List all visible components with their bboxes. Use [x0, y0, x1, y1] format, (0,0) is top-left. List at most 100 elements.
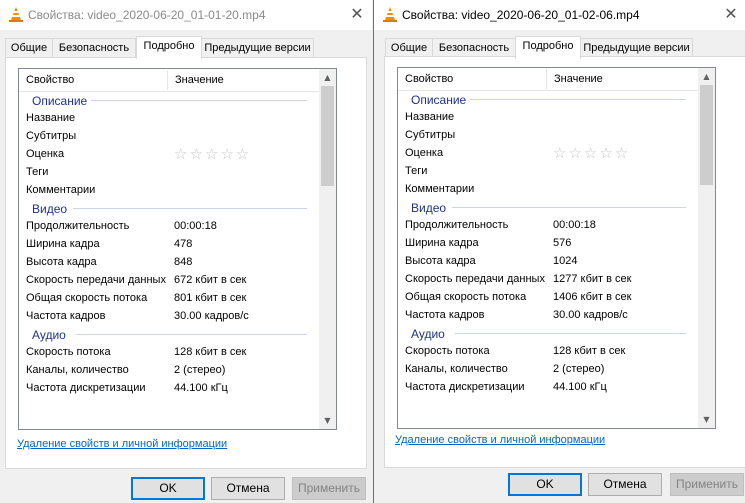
rating-stars-icon[interactable]: ☆☆☆☆☆ — [553, 144, 630, 162]
cancel-button[interactable]: Отмена — [211, 477, 285, 500]
property-name: Теги — [405, 165, 428, 177]
group-heading-video[interactable]: Видео — [398, 198, 698, 216]
property-name: Название — [405, 111, 455, 123]
apply-button[interactable]: Применить — [670, 473, 744, 496]
vertical-scrollbar[interactable]: ▲ ▼ — [698, 68, 715, 428]
property-row[interactable]: Продолжительность 00:00:18 — [19, 217, 319, 235]
scrollbar-thumb[interactable] — [321, 86, 334, 186]
property-row[interactable]: Оценка ☆☆☆☆☆ — [398, 144, 698, 162]
group-heading-audio[interactable]: Аудио — [398, 324, 698, 342]
property-name: Субтитры — [26, 130, 77, 142]
column-header-property[interactable]: Свойство — [26, 74, 74, 86]
property-row[interactable]: Название — [19, 109, 319, 127]
property-row[interactable]: Комментарии — [398, 180, 698, 198]
property-row[interactable]: Частота дискретизации 44.100 кГц — [398, 378, 698, 396]
vertical-scrollbar[interactable]: ▲ ▼ — [319, 69, 336, 429]
property-name: Скорость потока — [26, 346, 111, 358]
property-value: 1406 кбит в сек — [553, 291, 632, 303]
ok-button[interactable]: OK — [508, 473, 582, 496]
property-row[interactable]: Субтитры — [398, 126, 698, 144]
property-name: Комментарии — [405, 183, 475, 195]
close-icon[interactable]: ✕ — [345, 3, 369, 25]
property-name: Общая скорость потока — [405, 291, 527, 303]
group-heading-audio[interactable]: Аудио — [19, 325, 319, 343]
property-name: Ширина кадра — [26, 238, 100, 250]
property-row[interactable]: Общая скорость потока 801 кбит в сек — [19, 289, 319, 307]
property-row[interactable]: Частота кадров 30.00 кадров/с — [19, 307, 319, 325]
property-value: 128 кбит в сек — [174, 346, 247, 358]
group-divider-line — [470, 99, 686, 100]
property-row[interactable]: Ширина кадра 478 — [19, 235, 319, 253]
property-row[interactable]: Скорость потока 128 кбит в сек — [398, 342, 698, 360]
property-row[interactable]: Частота кадров 30.00 кадров/с — [398, 306, 698, 324]
properties-list[interactable]: Свойство Значение Описание Название Субтит… — [18, 68, 337, 430]
list-header: Свойство Значение — [19, 69, 319, 92]
property-value: 2 (стерео) — [174, 364, 226, 376]
property-row[interactable]: Скорость передачи данных 672 кбит в сек — [19, 271, 319, 289]
tab-general[interactable]: Общие — [5, 38, 53, 58]
close-icon[interactable]: ✕ — [719, 3, 743, 25]
property-name: Продолжительность — [405, 219, 509, 231]
property-row[interactable]: Высота кадра 848 — [19, 253, 319, 271]
apply-button[interactable]: Применить — [292, 477, 366, 500]
property-row[interactable]: Название — [398, 108, 698, 126]
property-value: 2 (стерео) — [553, 363, 605, 375]
property-value: 30.00 кадров/с — [174, 310, 249, 322]
group-heading-description[interactable]: Описание — [19, 91, 319, 109]
tab-security[interactable]: Безопасность — [52, 38, 136, 58]
property-row[interactable]: Теги — [19, 163, 319, 181]
property-name: Теги — [26, 166, 49, 178]
property-name: Название — [26, 112, 76, 124]
title-bar[interactable]: Свойства: video_2020-06-20_01-02-06.mp4 … — [374, 0, 745, 30]
tab-previous-versions[interactable]: Предыдущие версии — [201, 38, 314, 58]
property-name: Скорость передачи данных — [26, 274, 166, 286]
property-name: Комментарии — [26, 184, 96, 196]
property-row[interactable]: Продолжительность 00:00:18 — [398, 216, 698, 234]
window-title: Свойства: video_2020-06-20_01-01-20.mp4 — [28, 8, 266, 22]
property-row[interactable]: Комментарии — [19, 181, 319, 199]
vlc-cone-icon — [383, 7, 397, 22]
group-heading-label: Видео — [411, 201, 447, 215]
list-header: Свойство Значение — [398, 68, 698, 91]
tab-previous-versions[interactable]: Предыдущие версии — [580, 38, 693, 58]
property-value: 00:00:18 — [174, 220, 217, 232]
column-divider[interactable] — [167, 70, 168, 90]
property-name: Субтитры — [405, 129, 456, 141]
property-row[interactable]: Субтитры — [19, 127, 319, 145]
property-row[interactable]: Оценка ☆☆☆☆☆ — [19, 145, 319, 163]
properties-list[interactable]: Свойство Значение Описание Название Субтит… — [397, 67, 716, 429]
remove-properties-link[interactable]: Удаление свойств и личной информации — [395, 434, 605, 446]
column-header-value[interactable]: Значение — [175, 74, 224, 86]
tab-security[interactable]: Безопасность — [432, 38, 516, 58]
group-heading-description[interactable]: Описание — [398, 90, 698, 108]
scroll-down-arrow-icon[interactable]: ▼ — [319, 412, 336, 429]
title-bar[interactable]: Свойства: video_2020-06-20_01-01-20.mp4 … — [0, 0, 372, 30]
column-divider[interactable] — [546, 69, 547, 89]
tab-details[interactable]: Подробно — [136, 36, 202, 59]
property-row[interactable]: Скорость передачи данных 1277 кбит в сек — [398, 270, 698, 288]
scroll-up-arrow-icon[interactable]: ▲ — [698, 68, 715, 85]
column-header-value[interactable]: Значение — [554, 73, 603, 85]
property-row[interactable]: Частота дискретизации 44.100 кГц — [19, 379, 319, 397]
property-row[interactable]: Теги — [398, 162, 698, 180]
remove-properties-link[interactable]: Удаление свойств и личной информации — [17, 438, 227, 450]
property-value: 801 кбит в сек — [174, 292, 247, 304]
property-rows: Описание Название Субтитры Оценка ☆☆☆☆☆ Теги К… — [398, 90, 698, 396]
scroll-down-arrow-icon[interactable]: ▼ — [698, 411, 715, 428]
property-row[interactable]: Общая скорость потока 1406 кбит в сек — [398, 288, 698, 306]
scrollbar-thumb[interactable] — [700, 85, 713, 185]
column-header-property[interactable]: Свойство — [405, 73, 453, 85]
property-row[interactable]: Каналы, количество 2 (стерео) — [19, 361, 319, 379]
tab-details[interactable]: Подробно — [515, 36, 581, 59]
property-row[interactable]: Высота кадра 1024 — [398, 252, 698, 270]
rating-stars-icon[interactable]: ☆☆☆☆☆ — [174, 145, 251, 163]
ok-button[interactable]: OK — [131, 477, 205, 500]
cancel-button[interactable]: Отмена — [588, 473, 662, 496]
scroll-up-arrow-icon[interactable]: ▲ — [319, 69, 336, 86]
tab-general[interactable]: Общие — [385, 38, 433, 58]
property-row[interactable]: Ширина кадра 576 — [398, 234, 698, 252]
property-row[interactable]: Каналы, количество 2 (стерео) — [398, 360, 698, 378]
property-row[interactable]: Скорость потока 128 кбит в сек — [19, 343, 319, 361]
details-panel: Свойство Значение Описание Название Субтит… — [384, 56, 745, 468]
group-heading-video[interactable]: Видео — [19, 199, 319, 217]
